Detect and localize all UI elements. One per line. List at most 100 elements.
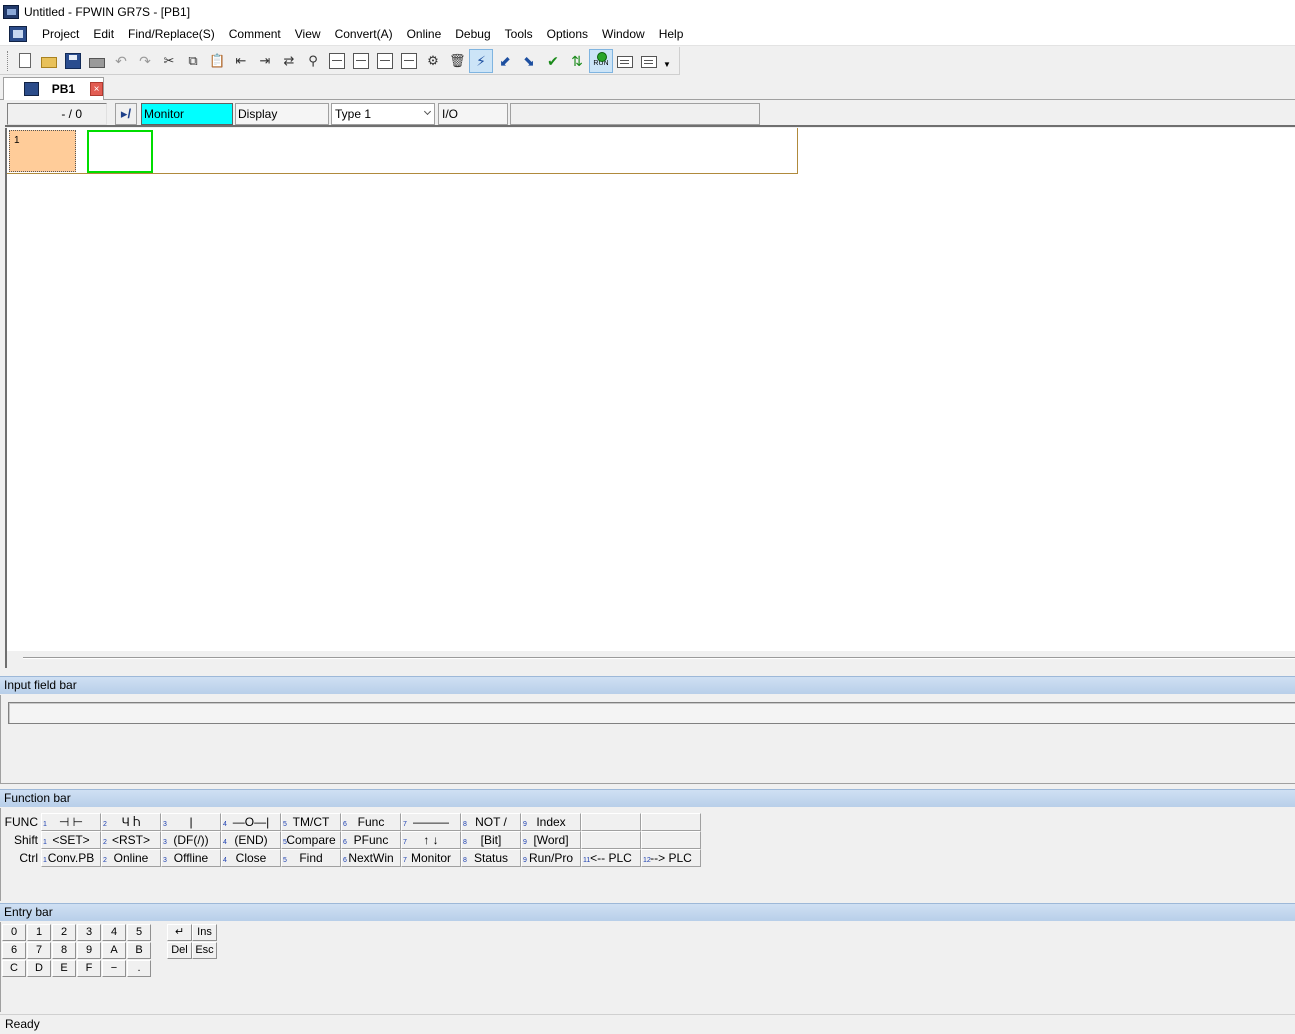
function-key-shift-2[interactable]: <RST> 2 (101, 831, 161, 849)
monitor-block-button[interactable] (373, 49, 397, 73)
function-key-func-1[interactable]: ⊣ ⊢ 1 (41, 813, 101, 831)
comment-block-button[interactable] (325, 49, 349, 73)
function-key-ctrl-11[interactable]: --> PLC 12 (641, 849, 701, 867)
entry-key[interactable]: − (102, 960, 126, 977)
menu-online[interactable]: Online (400, 23, 449, 46)
entry-key[interactable]: 9 (77, 942, 101, 959)
menu-comment[interactable]: Comment (222, 23, 288, 46)
toolbar-overflow-icon[interactable]: ▼ (663, 60, 673, 69)
menu-tools[interactable]: Tools (498, 23, 540, 46)
entry-key[interactable]: 0 (2, 924, 26, 941)
function-key-shift-1[interactable]: <SET> 1 (41, 831, 101, 849)
entry-key[interactable]: 4 (102, 924, 126, 941)
menu-edit[interactable]: Edit (86, 23, 121, 46)
function-key-shift-4[interactable]: (END) 4 (221, 831, 281, 849)
horizontal-scrollbar[interactable] (5, 651, 1295, 668)
monitor-toggle-button[interactable]: ▸/ (115, 103, 137, 125)
function-key-func-3[interactable]: | 3 (161, 813, 221, 831)
run-mode-button[interactable]: RUN (589, 48, 613, 73)
compare-button[interactable]: ⇅ (565, 49, 589, 73)
function-key-ctrl-7[interactable]: Monitor 7 (401, 849, 461, 867)
function-key-shift-6[interactable]: PFunc 6 (341, 831, 401, 849)
function-key-shift-9[interactable]: [Word] 9 (521, 831, 581, 849)
find-button[interactable]: ⚲ (301, 49, 325, 73)
insert-row-button[interactable]: ⇤ (229, 49, 253, 73)
entry-key[interactable]: 2 (52, 924, 76, 941)
display-comments-button[interactable]: Display comments (235, 103, 329, 141)
app-icon[interactable] (3, 4, 19, 19)
type-select[interactable]: Type 1 (331, 103, 435, 125)
function-key-shift-7[interactable]: ↑ ↓ 7 (401, 831, 461, 849)
toolbar-grip[interactable] (7, 50, 10, 71)
function-key-func-2[interactable]: Ч Ⴙ2 (101, 813, 161, 831)
online-edit-button[interactable]: ⚡ (469, 48, 493, 73)
enter-key[interactable]: ↵ (167, 924, 192, 941)
verify-button[interactable]: ✔ (541, 49, 565, 73)
function-key-func-11[interactable] (641, 813, 701, 831)
function-key-func-8[interactable]: NOT /8 (461, 813, 521, 831)
ladder-editor[interactable]: 1 (5, 128, 1295, 651)
copy-button[interactable]: ⧉ (181, 49, 205, 73)
entry-key[interactable]: 7 (27, 942, 51, 959)
function-key-ctrl-4[interactable]: Close 4 (221, 849, 281, 867)
function-key-func-7[interactable]: ——— 7 (401, 813, 461, 831)
entry-key[interactable]: D (27, 960, 51, 977)
tab-pb1[interactable]: PB1 × (3, 77, 104, 100)
function-key-ctrl-9[interactable]: Run/Pro 9 (521, 849, 581, 867)
entry-key[interactable]: E (52, 960, 76, 977)
save-button[interactable] (61, 49, 85, 73)
new-file-button[interactable] (13, 49, 37, 73)
entry-key[interactable]: . (127, 960, 151, 977)
function-key-shift-3[interactable]: (DF(/)) 3 (161, 831, 221, 849)
menu-project[interactable]: Project (35, 23, 86, 46)
cut-button[interactable]: ✂ (157, 49, 181, 73)
edit-cursor[interactable] (87, 130, 153, 173)
open-button[interactable] (37, 49, 61, 73)
monitor-executing-button[interactable]: Monitor executing (141, 103, 233, 141)
upload-button[interactable]: ⬊ (517, 49, 541, 73)
function-key-ctrl-6[interactable]: NextWin 6 (341, 849, 401, 867)
print-button[interactable] (85, 49, 109, 73)
menu-find-replace[interactable]: Find/Replace(S) (121, 23, 222, 46)
function-key-shift-5[interactable]: Compare 5 (281, 831, 341, 849)
menu-window[interactable]: Window (595, 23, 652, 46)
function-key-ctrl-8[interactable]: Status 8 (461, 849, 521, 867)
function-key-ctrl-3[interactable]: Offline 3 (161, 849, 221, 867)
settings-monitor-button[interactable] (637, 49, 661, 73)
menu-help[interactable]: Help (652, 23, 691, 46)
menu-debug[interactable]: Debug (448, 23, 497, 46)
function-key-ctrl-1[interactable]: Conv.PB 1 (41, 849, 101, 867)
menu-view[interactable]: View (288, 23, 328, 46)
function-key-ctrl-10[interactable]: <-- PLC 11 (581, 849, 641, 867)
function-key-func-10[interactable] (581, 813, 641, 831)
scrollbar-track[interactable] (23, 657, 1295, 659)
entry-key[interactable]: F (77, 960, 101, 977)
function-key-shift-8[interactable]: [Bit] 8 (461, 831, 521, 849)
function-key-ctrl-5[interactable]: Find 5 (281, 849, 341, 867)
function-key-func-9[interactable]: Index 9 (521, 813, 581, 831)
document-icon[interactable] (9, 26, 27, 42)
rung-row[interactable]: 1 (7, 128, 798, 174)
close-icon[interactable]: × (90, 82, 103, 96)
escape-key[interactable]: Esc (192, 942, 217, 959)
menu-options[interactable]: Options (540, 23, 595, 46)
delete-key[interactable]: Del (167, 942, 192, 959)
delete-row-button[interactable]: ⇥ (253, 49, 277, 73)
replace-button[interactable]: ⇄ (277, 49, 301, 73)
function-key-func-5[interactable]: TM/CT 5 (281, 813, 341, 831)
function-key-shift-10[interactable] (581, 831, 641, 849)
entry-key[interactable]: 5 (127, 924, 151, 941)
function-key-func-4[interactable]: —O—| 4 (221, 813, 281, 831)
function-key-shift-11[interactable] (641, 831, 701, 849)
convert-button[interactable]: ⚙ (421, 49, 445, 73)
delete-button[interactable]: 🗑 (445, 49, 469, 73)
entry-key[interactable]: 6 (2, 942, 26, 959)
function-key-func-6[interactable]: Func 6 (341, 813, 401, 831)
status-monitor-button[interactable] (613, 49, 637, 73)
redo-button[interactable]: ↷ (133, 49, 157, 73)
instruction-input[interactable] (8, 702, 1295, 724)
function-key-ctrl-2[interactable]: Online 2 (101, 849, 161, 867)
undo-button[interactable]: ↶ (109, 49, 133, 73)
entry-key[interactable]: 1 (27, 924, 51, 941)
io-comment-button[interactable]: I/O comment (438, 103, 508, 141)
